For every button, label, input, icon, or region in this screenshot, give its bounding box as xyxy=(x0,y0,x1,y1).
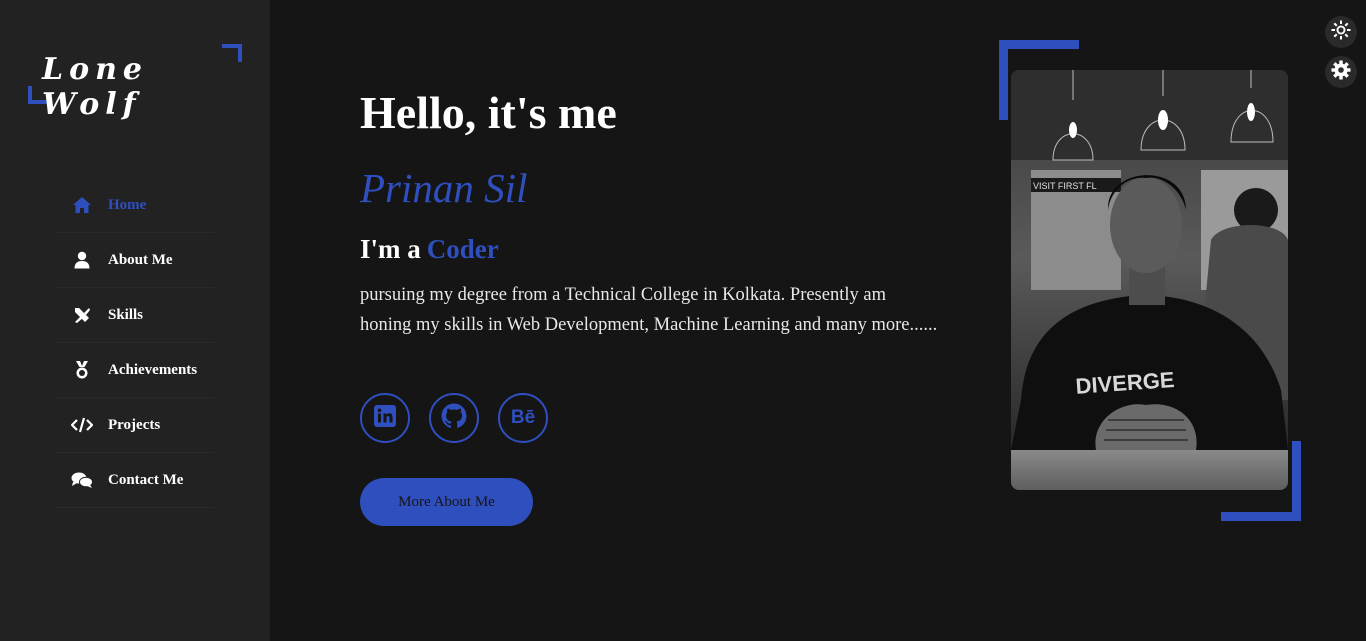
home-icon xyxy=(70,195,94,215)
profile-photo: VISIT FIRST FL DIVERGE xyxy=(1011,70,1288,490)
social-links: Bē xyxy=(360,393,548,443)
more-about-me-button[interactable]: More About Me xyxy=(360,478,533,526)
name-heading: Prinan Sil xyxy=(360,165,528,211)
role-word: Coder xyxy=(426,234,499,264)
logo[interactable]: Lone Wolf xyxy=(28,44,242,122)
behance-icon: Bē xyxy=(510,407,536,428)
medal-icon xyxy=(70,360,94,380)
sidebar-item-contact[interactable]: Contact Me xyxy=(56,453,214,508)
sidebar-item-label: Projects xyxy=(108,416,161,433)
greeting-heading: Hello, it's me xyxy=(360,87,617,138)
settings-button[interactable] xyxy=(1325,56,1357,88)
sidebar-item-label: Skills xyxy=(108,306,144,323)
github-icon xyxy=(441,403,467,434)
theme-toggle-button[interactable] xyxy=(1325,16,1357,48)
github-link[interactable] xyxy=(429,393,479,443)
sidebar-item-label: About Me xyxy=(108,251,173,268)
tools-icon xyxy=(70,305,94,325)
sidebar-item-label: Home xyxy=(108,196,147,213)
sidebar-item-achievements[interactable]: Achievements xyxy=(56,343,214,398)
role-prefix: I'm a xyxy=(360,234,421,264)
sun-icon xyxy=(1331,20,1351,45)
sidebar-item-label: Achievements xyxy=(108,361,198,378)
code-icon xyxy=(70,415,94,435)
gear-icon xyxy=(1331,60,1351,85)
sidebar-item-home[interactable]: Home xyxy=(56,178,214,233)
linkedin-icon xyxy=(373,404,397,433)
sidebar-item-skills[interactable]: Skills xyxy=(56,288,214,343)
photo-sign-text: VISIT FIRST FL xyxy=(1033,181,1097,191)
comments-icon xyxy=(70,470,94,490)
linkedin-link[interactable] xyxy=(360,393,410,443)
user-icon xyxy=(70,250,94,270)
sidebar: Lone Wolf Home About Me Skills Achieveme… xyxy=(0,0,270,641)
sidebar-item-about[interactable]: About Me xyxy=(56,233,214,288)
sidebar-item-projects[interactable]: Projects xyxy=(56,398,214,453)
logo-text: Lone Wolf xyxy=(42,52,149,122)
sidebar-nav: Home About Me Skills Achievements Projec… xyxy=(56,178,214,508)
behance-link[interactable]: Bē xyxy=(498,393,548,443)
role-heading: I'm a Coder xyxy=(360,234,499,265)
sidebar-item-label: Contact Me xyxy=(108,471,184,488)
intro-description: pursuing my degree from a Technical Coll… xyxy=(360,285,938,335)
